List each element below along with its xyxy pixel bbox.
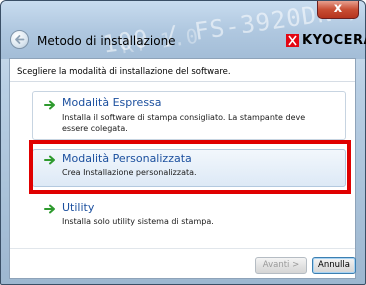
option-express[interactable]: Modalità Espressa Installa il software d… (32, 95, 346, 140)
next-button[interactable]: Avanti > (255, 257, 307, 274)
window-title: Metodo di installazione (37, 34, 176, 48)
logo-wordmark: KYOCERA (302, 32, 366, 48)
option-utility-description: Installa solo utility sistema di stampa. (62, 217, 214, 226)
footer-divider (10, 248, 355, 249)
highlight-box (29, 140, 351, 194)
option-express-title: Modalità Espressa (62, 96, 162, 109)
option-utility-title: Utility (62, 201, 95, 214)
option-express-description: Installa il software di stampa consiglia… (62, 113, 306, 133)
close-button[interactable]: x (317, 1, 359, 19)
green-arrow-icon (44, 100, 55, 110)
back-arrow-icon (15, 35, 25, 44)
kyocera-logo-icon (286, 33, 299, 47)
option-utility[interactable]: Utility Installa solo utility sistema di… (32, 200, 346, 234)
back-button[interactable] (10, 30, 29, 49)
green-arrow-icon (44, 204, 55, 214)
instruction-text: Scegliere la modalità di installazione d… (17, 67, 231, 77)
instruction-divider (10, 81, 355, 82)
cancel-button[interactable]: Annulla (312, 257, 356, 274)
kyocera-logo: KYOCERA (286, 32, 366, 48)
title-bar: 100 / FS-3920DN / FS-402 KY 1.0 (1, 1, 365, 59)
close-icon: x (333, 1, 343, 16)
